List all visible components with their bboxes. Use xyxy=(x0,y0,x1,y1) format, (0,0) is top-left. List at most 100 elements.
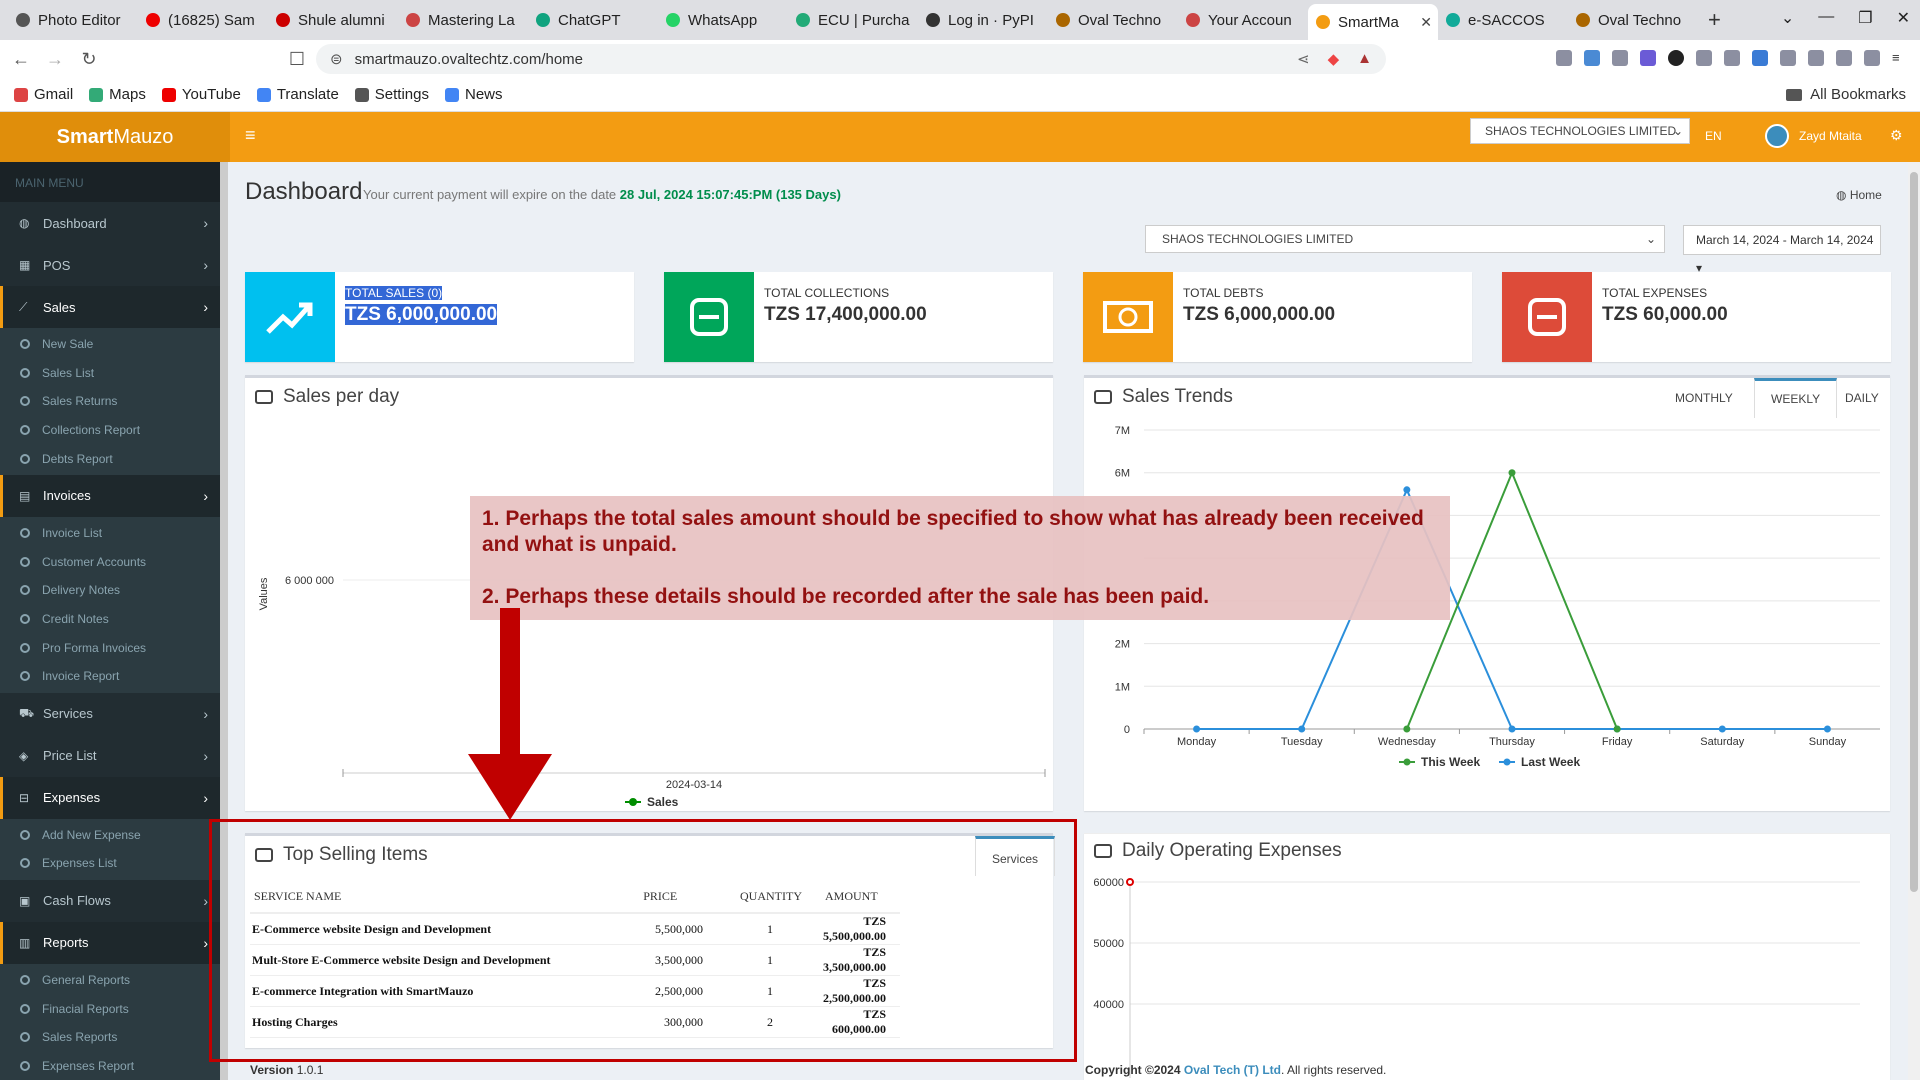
url-field[interactable]: ⊜ smartmauzo.ovaltechtz.com/home ⋖ ◆ ▲ xyxy=(316,44,1386,74)
page-scrollbar[interactable] xyxy=(1908,162,1920,1080)
gear-icon[interactable]: ⚙ xyxy=(1890,127,1903,144)
browser-tab[interactable]: Your Accoun xyxy=(1178,4,1308,36)
sidebar-subitem[interactable]: Delivery Notes xyxy=(0,576,220,605)
maximize-icon[interactable]: ❐ xyxy=(1858,8,1872,28)
data-point[interactable] xyxy=(1403,486,1411,494)
new-tab-button[interactable]: + xyxy=(1708,7,1721,33)
extension-icon[interactable] xyxy=(1556,50,1572,66)
sidebar-subitem[interactable]: Debts Report xyxy=(0,444,220,473)
bookmark-item[interactable]: Maps xyxy=(89,86,146,103)
company-filter-select[interactable]: SHAOS TECHNOLOGIES LIMITED ⌄ xyxy=(1145,225,1665,253)
browser-tab[interactable]: Mastering La xyxy=(398,4,528,36)
sidebar-subitem[interactable]: Add New Expense xyxy=(0,821,220,850)
data-point[interactable] xyxy=(1718,725,1726,733)
sidebar-subitem[interactable]: Expenses Report xyxy=(0,1052,220,1080)
browser-tab[interactable]: Log in · PyPI xyxy=(918,4,1048,36)
data-point[interactable] xyxy=(1403,725,1411,733)
bookmark-item[interactable]: Gmail xyxy=(14,86,73,103)
bookmark-item[interactable]: Settings xyxy=(354,86,429,103)
app-logo[interactable]: SmartMauzo xyxy=(0,112,230,162)
date-range-picker[interactable]: March 14, 2024 - March 14, 2024 ▾ xyxy=(1683,225,1881,275)
card-label: TOTAL SALES (0) xyxy=(345,286,443,300)
sidebar-subitem[interactable]: New Sale xyxy=(0,330,220,359)
company-select[interactable]: SHAOS TECHNOLOGIES LIMITED ⌄ xyxy=(1470,118,1690,144)
bookmark-item[interactable]: News xyxy=(445,86,503,103)
bookmark-item[interactable]: Translate xyxy=(256,86,339,103)
menu-icon[interactable]: ≡ xyxy=(1892,50,1908,66)
minimize-icon[interactable]: — xyxy=(1818,8,1834,28)
extension-icon[interactable] xyxy=(1752,50,1768,66)
tab-list-icon[interactable]: ⌄ xyxy=(1781,8,1794,28)
browser-tab[interactable]: SmartMa ✕ xyxy=(1308,4,1438,40)
browser-tab[interactable]: (16825) Sam xyxy=(138,4,268,36)
browser-tab[interactable]: Photo Editor xyxy=(8,4,138,36)
forward-icon[interactable]: → xyxy=(42,49,68,70)
sidebar-item-cash-flows[interactable]: ▣ Cash Flows › xyxy=(0,880,220,922)
extension-icon[interactable] xyxy=(1612,50,1628,66)
browser-tab[interactable]: Oval Techno xyxy=(1048,4,1178,36)
sidebar-subitem[interactable]: Customer Accounts xyxy=(0,548,220,577)
sidebar-item-dashboard[interactable]: ◍ Dashboard › xyxy=(0,202,220,244)
sidebar-subitem[interactable]: Sales List xyxy=(0,359,220,388)
sidebar-subitem[interactable]: Pro Forma Invoices xyxy=(0,633,220,662)
extension-icon[interactable] xyxy=(1724,50,1740,66)
data-point[interactable] xyxy=(1508,469,1516,477)
sidebar-item-sales[interactable]: ⟋ Sales › xyxy=(0,286,220,328)
bookmark-item[interactable]: YouTube xyxy=(161,86,241,103)
data-point[interactable] xyxy=(1193,725,1201,733)
extensions-puzzle-icon[interactable] xyxy=(1780,50,1796,66)
bookmark-icon[interactable]: ☐ xyxy=(284,49,310,70)
wallet-icon[interactable] xyxy=(1864,50,1880,66)
sidebar-item-pos[interactable]: ▦ POS › xyxy=(0,244,220,286)
brave-shield-icon[interactable]: ◆ xyxy=(1328,50,1340,68)
breadcrumb[interactable]: ◍ Home xyxy=(1836,188,1882,202)
download-icon[interactable] xyxy=(1808,50,1824,66)
data-point[interactable] xyxy=(1298,725,1306,733)
browser-tab[interactable]: ChatGPT xyxy=(528,4,658,36)
tab-daily[interactable]: DAILY xyxy=(1829,378,1895,418)
close-icon[interactable]: ✕ xyxy=(1897,8,1910,28)
browser-tab[interactable]: Shule alumni xyxy=(268,4,398,36)
close-tab-icon[interactable]: ✕ xyxy=(1420,14,1432,31)
extension-icon[interactable] xyxy=(1696,50,1712,66)
sidebar-subitem[interactable]: Invoice Report xyxy=(0,662,220,691)
sidebar-subitem[interactable]: Invoice List xyxy=(0,519,220,548)
sidebar-subitem[interactable]: Sales Reports xyxy=(0,1023,220,1052)
data-point[interactable] xyxy=(1613,725,1621,733)
sidebar-subitem[interactable]: Credit Notes xyxy=(0,605,220,634)
browser-tab[interactable]: e-SACCOS xyxy=(1438,4,1568,36)
sidebar-item-expenses[interactable]: ⊟ Expenses › xyxy=(0,776,220,819)
extension-icon[interactable] xyxy=(1668,50,1684,66)
all-bookmarks-button[interactable]: All Bookmarks xyxy=(1786,86,1906,103)
brave-rewards-icon[interactable]: ▲ xyxy=(1357,50,1372,68)
company-link[interactable]: Oval Tech (T) Ltd xyxy=(1184,1063,1281,1077)
browser-tab[interactable]: WhatsApp xyxy=(658,4,788,36)
reload-icon[interactable]: ↻ xyxy=(76,49,102,70)
extension-icon[interactable] xyxy=(1584,50,1600,66)
data-point[interactable] xyxy=(1823,725,1831,733)
tab-weekly[interactable]: WEEKLY xyxy=(1754,378,1838,418)
sidebar-subitem[interactable]: General Reports xyxy=(0,966,220,995)
sidebar-item-reports[interactable]: ▥ Reports › xyxy=(0,921,220,964)
sidebar-item-invoices[interactable]: ▤ Invoices › xyxy=(0,474,220,517)
browser-tab[interactable]: Oval Techno xyxy=(1568,4,1698,36)
sidebar-subitem[interactable]: Collections Report xyxy=(0,416,220,445)
scrollbar-thumb[interactable] xyxy=(1910,172,1918,892)
browser-tab[interactable]: ECU | Purcha xyxy=(788,4,918,36)
language-switch[interactable]: EN xyxy=(1705,129,1722,143)
share-icon[interactable]: ⋖ xyxy=(1297,50,1310,68)
user-menu[interactable]: Zayd Mtaita xyxy=(1765,124,1862,148)
sidebar-subitem[interactable]: Finacial Reports xyxy=(0,994,220,1023)
back-icon[interactable]: ← xyxy=(8,49,34,70)
tab-monthly[interactable]: MONTHLY xyxy=(1659,378,1749,418)
sidebar-item-price-list[interactable]: ◈ Price List › xyxy=(0,735,220,777)
site-info-icon[interactable]: ⊜ xyxy=(330,50,343,68)
sidebar-item-services[interactable]: ⛟ Services › xyxy=(0,693,220,735)
extension-icon[interactable] xyxy=(1640,50,1656,66)
sidebar-subitem[interactable]: Sales Returns xyxy=(0,387,220,416)
data-point[interactable] xyxy=(1126,878,1134,886)
sidebar-toggle-icon[interactable] xyxy=(1836,50,1852,66)
data-point[interactable] xyxy=(1508,725,1516,733)
sidebar-toggle-icon[interactable]: ≡ xyxy=(245,125,256,146)
sidebar-subitem[interactable]: Expenses List xyxy=(0,849,220,878)
